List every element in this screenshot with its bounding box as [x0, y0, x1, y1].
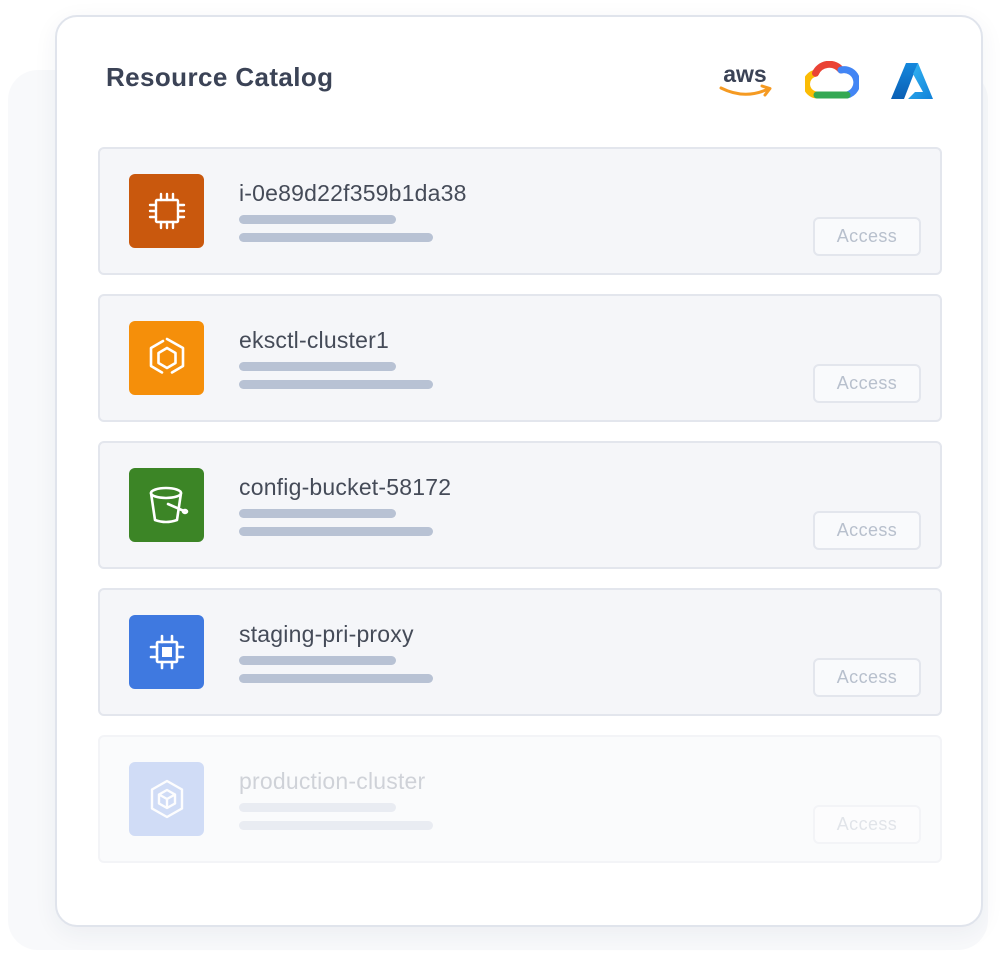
placeholder-line — [239, 215, 396, 224]
resource-row[interactable]: staging-pri-proxy Access — [98, 588, 942, 716]
resource-name: staging-pri-proxy — [239, 621, 414, 647]
access-button[interactable]: Access — [813, 217, 921, 256]
gke-icon — [129, 762, 204, 836]
resource-row[interactable]: eksctl-cluster1 Access — [98, 294, 942, 422]
resource-catalog-card: Resource Catalog aws i-0e89d22f359b1da38… — [55, 15, 983, 927]
access-button[interactable]: Access — [813, 658, 921, 697]
access-button[interactable]: Access — [813, 805, 921, 844]
resource-name: eksctl-cluster1 — [239, 327, 389, 353]
ec2-chip-icon — [129, 174, 204, 248]
catalog-title: Resource Catalog — [106, 62, 334, 92]
placeholder-line — [239, 380, 433, 389]
resource-name: production-cluster — [239, 768, 426, 794]
resource-row[interactable]: i-0e89d22f359b1da38 Access — [98, 147, 942, 275]
placeholder-line — [239, 233, 433, 242]
placeholder-line — [239, 509, 396, 518]
resource-row[interactable]: production-cluster Access — [98, 735, 942, 863]
eks-icon — [129, 321, 204, 395]
placeholder-line — [239, 656, 396, 665]
placeholder-line — [239, 821, 433, 830]
s3-bucket-icon — [129, 468, 204, 542]
resource-row[interactable]: config-bucket-58172 Access — [98, 441, 942, 569]
placeholder-line — [239, 674, 433, 683]
access-button[interactable]: Access — [813, 511, 921, 550]
resource-list: i-0e89d22f359b1da38 Access eksctl-cluste… — [98, 147, 942, 882]
resource-name: config-bucket-58172 — [239, 474, 452, 500]
google-cloud-logo-icon[interactable] — [805, 61, 859, 101]
placeholder-line — [239, 362, 396, 371]
resource-name: i-0e89d22f359b1da38 — [239, 180, 467, 206]
aws-logo-text: aws — [723, 61, 766, 87]
azure-logo-icon[interactable] — [889, 61, 935, 101]
aws-logo-icon[interactable]: aws — [715, 61, 775, 101]
placeholder-line — [239, 527, 433, 536]
access-button[interactable]: Access — [813, 364, 921, 403]
compute-engine-chip-icon — [129, 615, 204, 689]
cloud-provider-logos: aws — [715, 61, 935, 101]
placeholder-line — [239, 803, 396, 812]
